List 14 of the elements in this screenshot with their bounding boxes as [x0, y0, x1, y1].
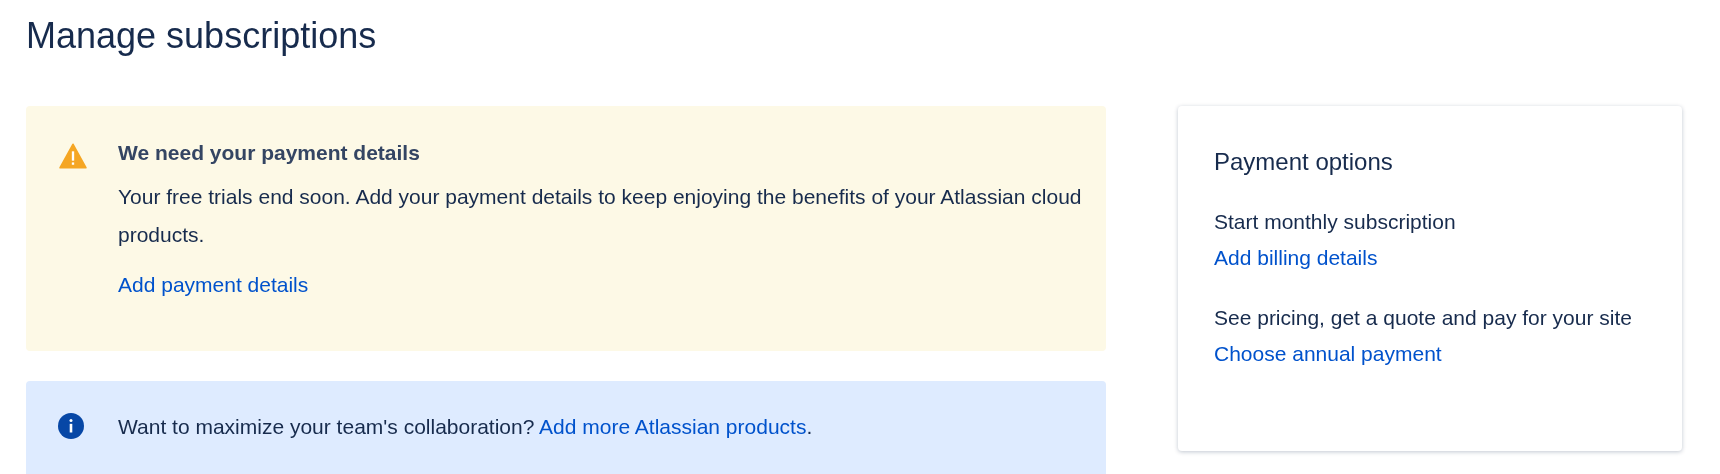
- warning-message: Your free trials end soon. Add your payment details to keep enjoying the benefits of your Atlassian cloud products.: [118, 184, 1082, 248]
- option-link[interactable]: Add billing details: [1214, 246, 1378, 269]
- info-icon: [58, 413, 84, 439]
- warning-title: We need your payment details: [118, 140, 421, 166]
- info-suffix: .: [806, 415, 813, 438]
- page-title: Manage subscriptions: [26, 14, 378, 58]
- warning-icon: [58, 142, 88, 170]
- card-title: Payment options: [1214, 147, 1394, 177]
- option-text: Start monthly subscription: [1214, 209, 1457, 235]
- add-payment-link[interactable]: Add payment details: [118, 273, 309, 296]
- info-message: Want to maximize your team's collaboration?: [118, 415, 535, 438]
- option-link[interactable]: Choose annual payment: [1214, 342, 1442, 365]
- add-products-link[interactable]: Add more Atlassian products: [539, 415, 807, 438]
- option-text: See pricing, get a quote and pay for your site: [1214, 305, 1633, 331]
